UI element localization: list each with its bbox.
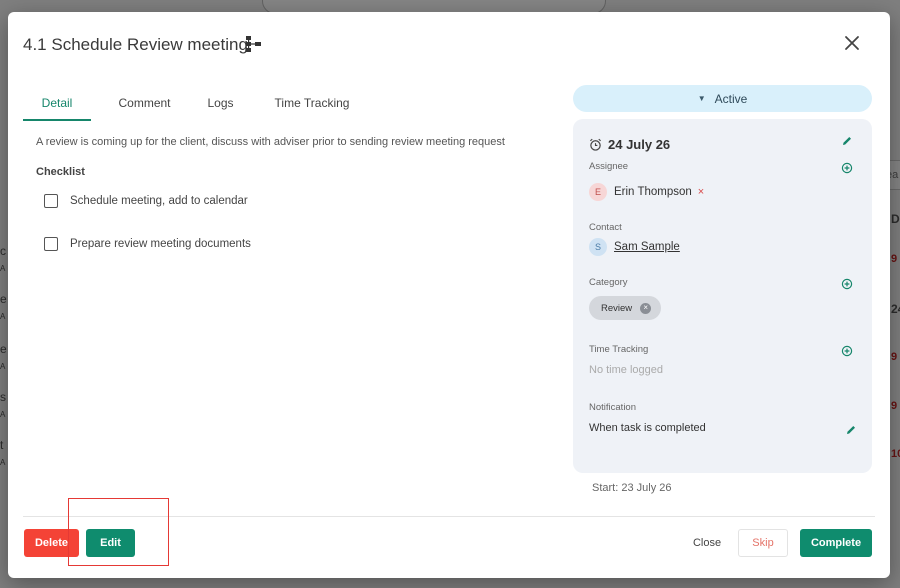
checklist-item[interactable]: Prepare review meeting documents <box>44 237 251 251</box>
checklist-item-label: Prepare review meeting documents <box>70 238 251 250</box>
assignee-name: Erin Thompson <box>614 186 692 198</box>
checkbox[interactable] <box>44 194 58 208</box>
category-label: Category <box>589 277 628 288</box>
task-detail-modal: 4.1 Schedule Review meeting Detail Comme… <box>8 12 890 578</box>
tab-time-tracking[interactable]: Time Tracking <box>253 91 371 121</box>
checklist-item-label: Schedule meeting, add to calendar <box>70 195 248 207</box>
contact-row: S Sam Sample <box>589 238 680 256</box>
close-button[interactable]: Close <box>684 529 730 557</box>
tab-bar: Detail Comment Logs Time Tracking <box>23 91 553 121</box>
notification-label: Notification <box>589 402 636 413</box>
delete-button[interactable]: Delete <box>24 529 79 557</box>
task-properties-card: 24 July 26 Assignee E Erin Thompson × Co… <box>573 119 872 473</box>
avatar: E <box>589 183 607 201</box>
tab-comment[interactable]: Comment <box>101 91 188 121</box>
edit-pencil-icon[interactable] <box>845 424 857 436</box>
notification-value: When task is completed <box>589 422 706 434</box>
time-logged-value: No time logged <box>589 364 663 376</box>
assignee-label: Assignee <box>589 161 629 172</box>
add-circle-icon[interactable] <box>841 162 853 174</box>
due-date-row: 24 July 26 <box>589 137 670 152</box>
checklist-item[interactable]: Schedule meeting, add to calendar <box>44 194 248 208</box>
category-chip-label: Review <box>601 302 633 314</box>
remove-assignee-icon[interactable]: × <box>698 186 704 198</box>
tab-logs[interactable]: Logs <box>188 91 253 121</box>
checkbox[interactable] <box>44 237 58 251</box>
tab-detail[interactable]: Detail <box>23 91 91 121</box>
edit-pencil-icon[interactable] <box>841 135 853 147</box>
status-dropdown[interactable]: ▼ Active <box>573 85 872 112</box>
complete-button[interactable]: Complete <box>800 529 872 557</box>
checklist-title: Checklist <box>36 166 85 178</box>
task-description: A review is coming up for the client, di… <box>36 136 505 148</box>
due-date: 24 July 26 <box>608 137 671 152</box>
status-label: Active <box>714 91 748 106</box>
contact-label: Contact <box>589 222 622 233</box>
remove-category-icon[interactable]: × <box>640 302 652 314</box>
footer-divider <box>23 516 875 517</box>
start-date: Start: 23 July 26 <box>592 482 672 494</box>
edit-button[interactable]: Edit <box>86 529 135 557</box>
close-icon[interactable] <box>841 32 863 54</box>
add-circle-icon[interactable] <box>841 345 853 357</box>
category-chip: Review × <box>589 296 662 320</box>
hierarchy-icon[interactable] <box>244 35 262 53</box>
assignee-row: E Erin Thompson × <box>589 183 704 201</box>
skip-button[interactable]: Skip <box>738 529 788 557</box>
avatar: S <box>589 238 607 256</box>
time-tracking-label: Time Tracking <box>589 344 649 355</box>
add-circle-icon[interactable] <box>841 278 853 290</box>
contact-link[interactable]: Sam Sample <box>614 241 680 253</box>
alarm-clock-icon <box>590 138 601 151</box>
caret-down-icon: ▼ <box>697 94 706 103</box>
modal-title: 4.1 Schedule Review meeting <box>23 35 248 54</box>
